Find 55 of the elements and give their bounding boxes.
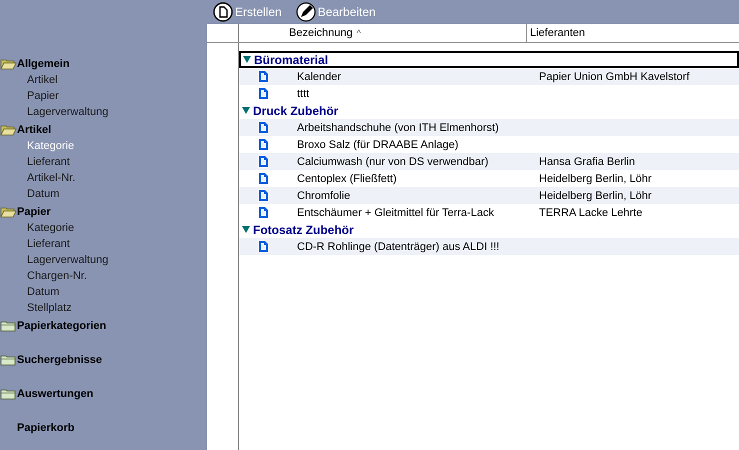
sidebar-item[interactable]: Kategorie [0, 138, 74, 154]
document-icon [213, 2, 233, 22]
expanded-triangle-icon[interactable] [242, 107, 250, 114]
sidebar-item[interactable]: Datum [0, 186, 60, 202]
sidebar-item[interactable]: Kategorie [0, 220, 74, 236]
sidebar-item[interactable]: Artikel [0, 72, 58, 88]
sidebar-item[interactable]: Datum [0, 284, 60, 300]
table-cell-text: TERRA Lacke Lehrte [538, 206, 642, 218]
section-title[interactable]: Papier [17, 206, 51, 218]
section-title[interactable]: Auswertungen [17, 388, 94, 400]
table-cell-text: Papier Union GmbH Kavelstorf [538, 70, 690, 82]
document-icon [259, 71, 268, 82]
group-header[interactable]: Fotosatz Zubehör [239, 221, 739, 238]
document-icon [259, 88, 268, 99]
table-cell-text: Heidelberg Berlin, Löhr [538, 190, 652, 202]
section-title[interactable]: Papierkategorien [17, 320, 106, 332]
document-icon [259, 173, 268, 184]
sidebar-item[interactable]: Lieferant [0, 236, 70, 252]
document-icon [259, 139, 268, 150]
section-title[interactable]: Allgemein [17, 58, 70, 70]
column-header[interactable]: Bezeichnung ^ [239, 24, 527, 42]
table-cell: tttt [297, 88, 310, 100]
section-title[interactable]: Papierkorb [17, 422, 74, 434]
table-cell-text: Hansa Grafia Berlin [538, 156, 635, 168]
table-cell: Arbeitshandschuhe (von ITH Elmenhorst) [297, 122, 499, 134]
sidebar-item[interactable]: Lagerverwaltung [0, 252, 108, 268]
table-cell-text: Heidelberg Berlin, Löhr [538, 172, 652, 184]
table-cell: Chromfolie [297, 190, 350, 202]
table-cell: Entschäumer + Gleitmittel für Terra-Lack [297, 206, 494, 218]
document-icon [259, 190, 268, 201]
group-header[interactable]: Druck Zubehör [239, 102, 739, 119]
sidebar-item[interactable]: Artikel-Nr. [0, 170, 76, 186]
group-header[interactable]: Büromaterial [239, 51, 739, 68]
sidebar-item[interactable]: Lagerverwaltung [0, 104, 108, 120]
sidebar-item[interactable]: Papier [0, 88, 59, 104]
table-cell: Calciumwash (nur von DS verwendbar) [297, 156, 488, 168]
expanded-triangle-icon[interactable] [242, 226, 250, 233]
document-icon [259, 122, 268, 133]
table-cell: Broxo Salz (für DRAABE Anlage) [297, 138, 458, 150]
document-icon [259, 241, 268, 252]
table-cell: Kalender [297, 70, 342, 82]
sidebar-item[interactable]: Chargen-Nr. [0, 268, 87, 284]
sidebar-item[interactable]: Stellplatz [0, 300, 72, 316]
pen-icon [296, 2, 316, 22]
document-icon [259, 156, 268, 167]
sidebar-item[interactable]: Lieferant [0, 154, 70, 170]
table-cell: CD-R Rohlinge (Datenträger) aus ALDI !!! [297, 240, 500, 252]
section-title[interactable]: Artikel [17, 124, 52, 136]
expanded-triangle-icon[interactable] [243, 56, 251, 63]
section-title[interactable]: Suchergebnisse [17, 354, 102, 366]
table-cell: Centoplex (Fließfett) [297, 172, 397, 184]
create-button[interactable]: Erstellen [213, 2, 282, 22]
edit-button[interactable]: Bearbeiten [296, 2, 376, 22]
document-icon [259, 207, 268, 218]
column-header[interactable]: Lieferanten [527, 24, 586, 42]
